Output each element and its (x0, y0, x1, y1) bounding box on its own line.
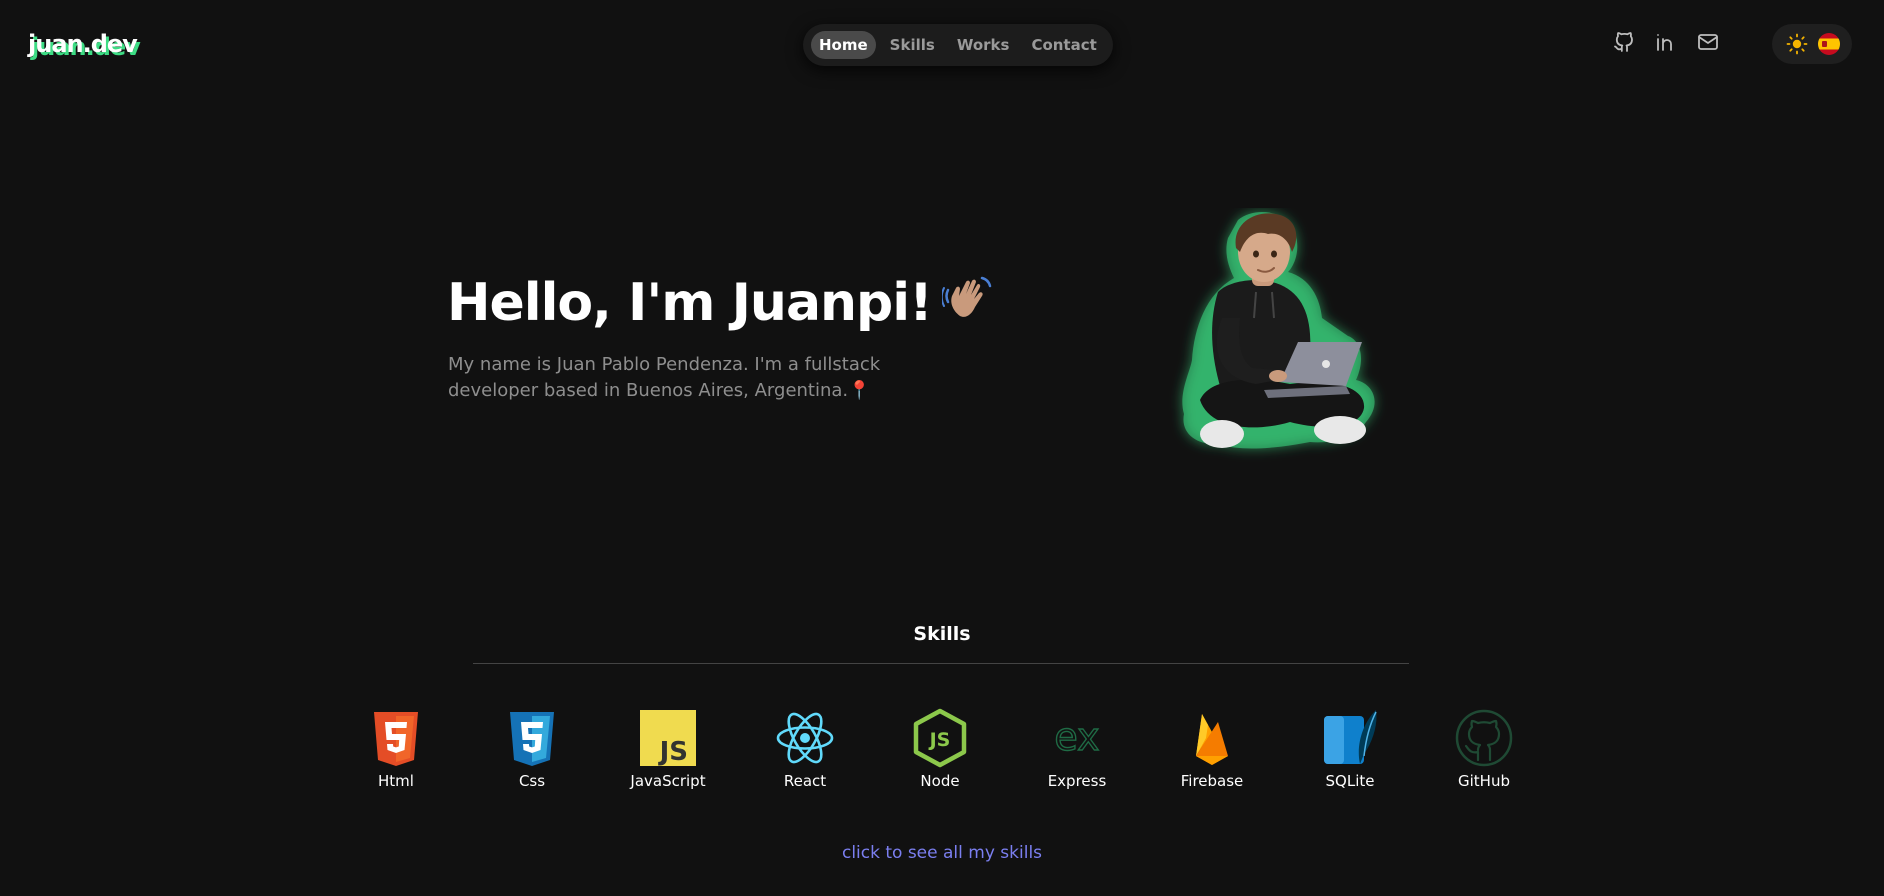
main-nav: Home Skills Works Contact (803, 24, 1113, 66)
hero-title-text: Hello, I'm Juanpi! (447, 273, 933, 333)
skill-label: SQLite (1325, 772, 1375, 790)
skills-heading: Skills (913, 623, 971, 645)
social-links (1612, 30, 1720, 54)
see-all-skills-link[interactable]: click to see all my skills (0, 843, 1884, 863)
linkedin-icon[interactable] (1654, 30, 1678, 54)
svg-text:ex: ex (1054, 715, 1099, 759)
skill-label: Html (378, 772, 414, 790)
skill-label: Node (920, 772, 960, 790)
html5-icon (374, 712, 418, 766)
site-logo[interactable]: juan.dev (28, 30, 138, 58)
skill-javascript[interactable]: JS JavaScript (613, 708, 723, 790)
firebase-icon (1196, 714, 1228, 765)
settings-toggle-group (1772, 24, 1852, 64)
skill-label: Express (1047, 772, 1107, 790)
svg-text:JS: JS (658, 737, 688, 767)
nav-skills[interactable]: Skills (882, 31, 943, 59)
hero-title: Hello, I'm Juanpi! (447, 272, 994, 333)
github-icon[interactable] (1612, 30, 1636, 54)
waving-hand-icon (941, 276, 992, 317)
react-icon (776, 712, 834, 764)
nav-home[interactable]: Home (811, 31, 876, 59)
skill-sqlite[interactable]: SQLite (1295, 708, 1405, 790)
spain-flag-icon[interactable] (1817, 33, 1840, 55)
github-icon (1455, 709, 1513, 767)
round-pushpin-icon: 📍 (848, 380, 871, 401)
skills-divider (473, 663, 1409, 664)
skill-express[interactable]: ex Express (1022, 708, 1132, 790)
skill-react[interactable]: React (750, 708, 860, 790)
nav-contact[interactable]: Contact (1023, 31, 1104, 59)
css3-icon (510, 712, 554, 766)
page: juan.dev Home Skills Works Contact Hello… (0, 0, 1884, 896)
sqlite-icon (1324, 710, 1377, 764)
skill-label: Css (518, 772, 546, 790)
javascript-icon: JS (640, 710, 696, 767)
hero-subtitle: My name is Juan Pablo Pendenza. I'm a fu… (448, 352, 948, 404)
skill-node[interactable]: JS Node (885, 708, 995, 790)
developer-avatar (1182, 212, 1375, 449)
sun-icon[interactable] (1785, 32, 1809, 56)
skill-github[interactable]: GitHub (1429, 708, 1539, 790)
nodejs-icon: JS (913, 708, 967, 768)
skill-firebase[interactable]: Firebase (1157, 708, 1267, 790)
mail-icon[interactable] (1696, 30, 1720, 54)
express-icon: ex (1054, 714, 1101, 759)
skill-label: JavaScript (630, 772, 706, 790)
svg-text:JS: JS (928, 729, 951, 751)
skill-label: GitHub (1458, 772, 1510, 790)
nav-works[interactable]: Works (949, 31, 1018, 59)
skill-label: React (783, 772, 827, 790)
skill-html[interactable]: Html (341, 708, 451, 790)
hero-subtitle-text: My name is Juan Pablo Pendenza. I'm a fu… (448, 354, 881, 401)
skill-css[interactable]: Css (477, 708, 587, 790)
skill-label: Firebase (1180, 772, 1244, 790)
